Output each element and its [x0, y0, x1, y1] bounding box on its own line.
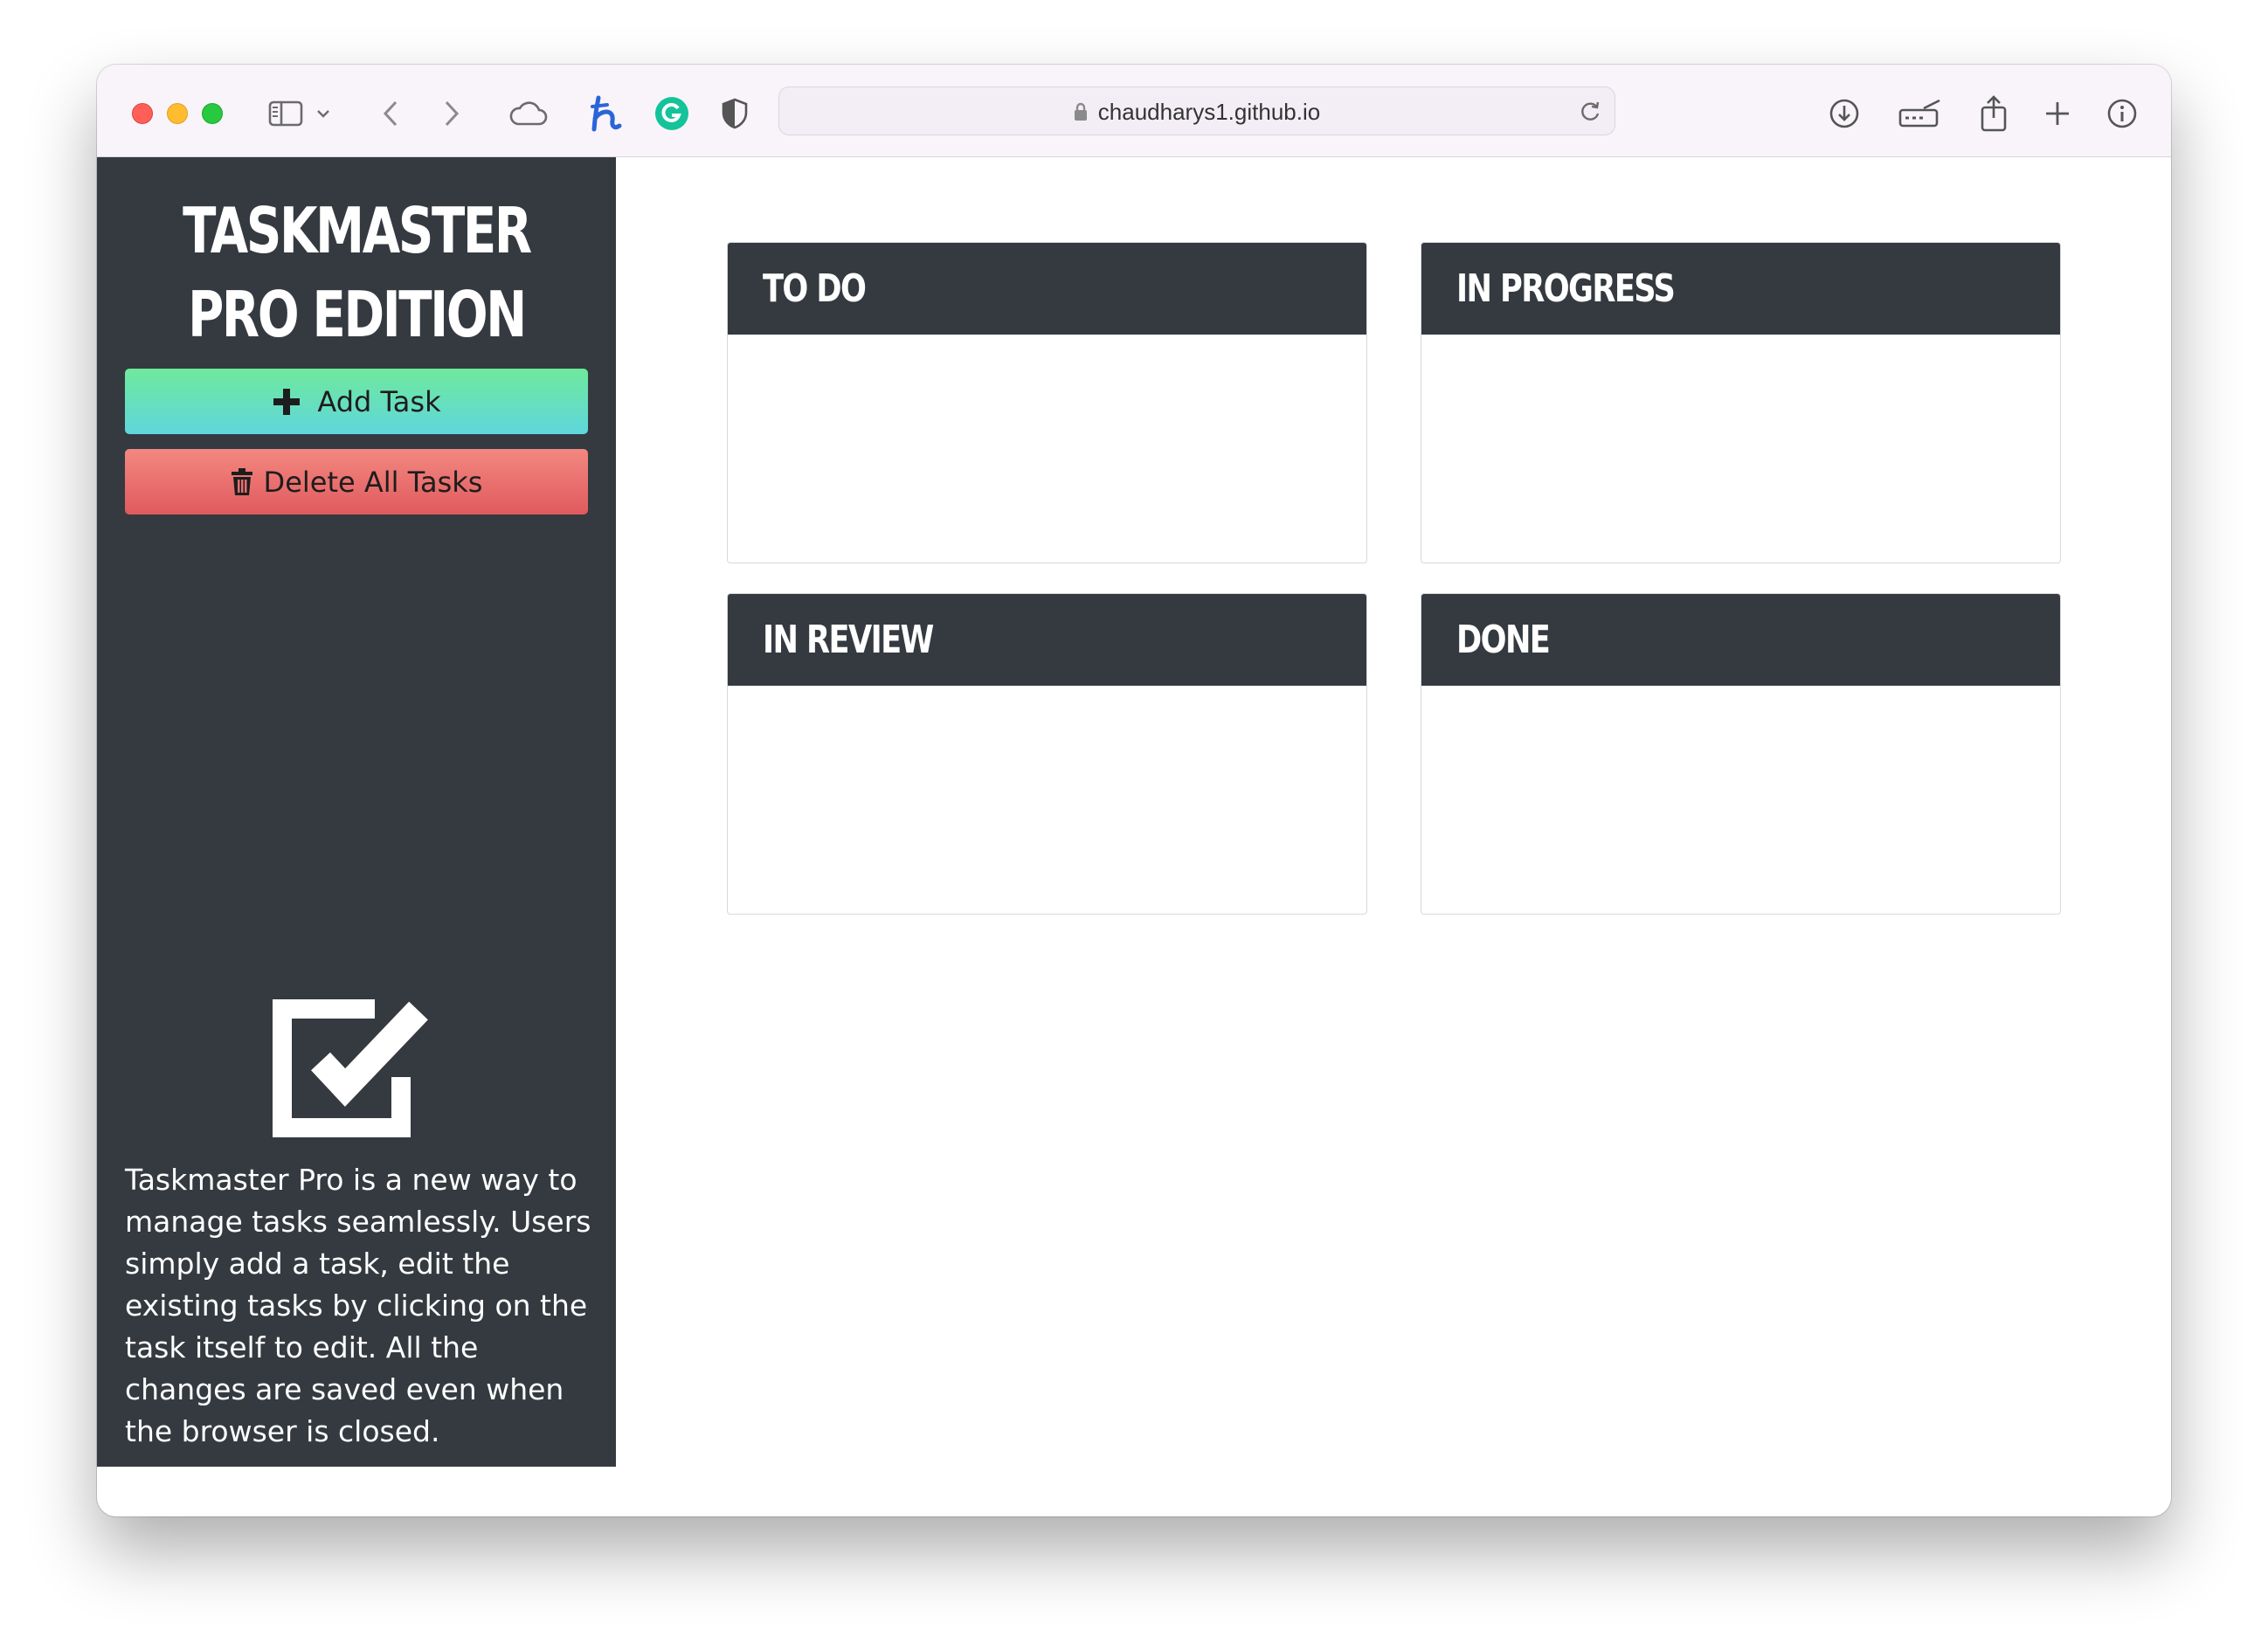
checkbox-checked-icon: [270, 990, 445, 1143]
lane-title: Done: [1456, 618, 1551, 662]
lane-header: To Do: [728, 243, 1366, 335]
browser-window: chaudharys1.github.io Taskmaster Pro Edi…: [97, 65, 2171, 1516]
trash-icon: [231, 467, 253, 496]
sidebar: Taskmaster Pro Edition Add Task Delete A…: [97, 157, 616, 1467]
forward-icon[interactable]: [429, 91, 474, 136]
lane-title: In Review: [763, 618, 934, 662]
url-text: chaudharys1.github.io: [1097, 98, 1321, 125]
cloud-icon[interactable]: [501, 91, 554, 136]
share-icon[interactable]: [1971, 91, 2016, 136]
honey-extension-icon[interactable]: [584, 91, 630, 136]
grammarly-icon[interactable]: [649, 91, 695, 136]
lane-header: Done: [1421, 594, 2060, 686]
close-window-button[interactable]: [132, 103, 153, 124]
add-task-label: Add Task: [317, 384, 441, 418]
lane-header: In Review: [728, 594, 1366, 686]
delete-all-tasks-button[interactable]: Delete All Tasks: [125, 449, 588, 515]
lane-header: In Progress: [1421, 243, 2060, 335]
shield-icon[interactable]: [712, 91, 757, 136]
app-title: Taskmaster Pro Edition: [183, 194, 532, 351]
lane-title: To Do: [763, 266, 867, 311]
reload-icon[interactable]: [1578, 99, 1602, 127]
sidebar-toggle-icon[interactable]: [263, 91, 308, 136]
download-icon[interactable]: [1822, 91, 1867, 136]
lane-to-do[interactable]: To Do: [727, 242, 1367, 563]
lane-title: In Progress: [1456, 266, 1676, 311]
lane-in-progress[interactable]: In Progress: [1421, 242, 2061, 563]
minimize-window-button[interactable]: [167, 103, 188, 124]
keyboard-icon[interactable]: [1894, 91, 1946, 136]
back-icon[interactable]: [368, 91, 413, 136]
app-description: Taskmaster Pro is a new way to manage ta…: [125, 1163, 591, 1448]
browser-toolbar: chaudharys1.github.io: [97, 65, 2171, 157]
add-task-button[interactable]: Add Task: [125, 369, 588, 434]
lock-icon: [1074, 102, 1088, 121]
chevron-down-icon[interactable]: [310, 91, 336, 136]
lane-done[interactable]: Done: [1421, 593, 2061, 915]
plus-icon: [272, 387, 301, 417]
address-bar[interactable]: chaudharys1.github.io: [778, 86, 1615, 135]
delete-all-label: Delete All Tasks: [263, 465, 483, 499]
new-tab-icon[interactable]: [2035, 91, 2080, 136]
info-icon[interactable]: [2099, 91, 2145, 136]
lane-in-review[interactable]: In Review: [727, 593, 1367, 915]
zoom-window-button[interactable]: [202, 103, 223, 124]
